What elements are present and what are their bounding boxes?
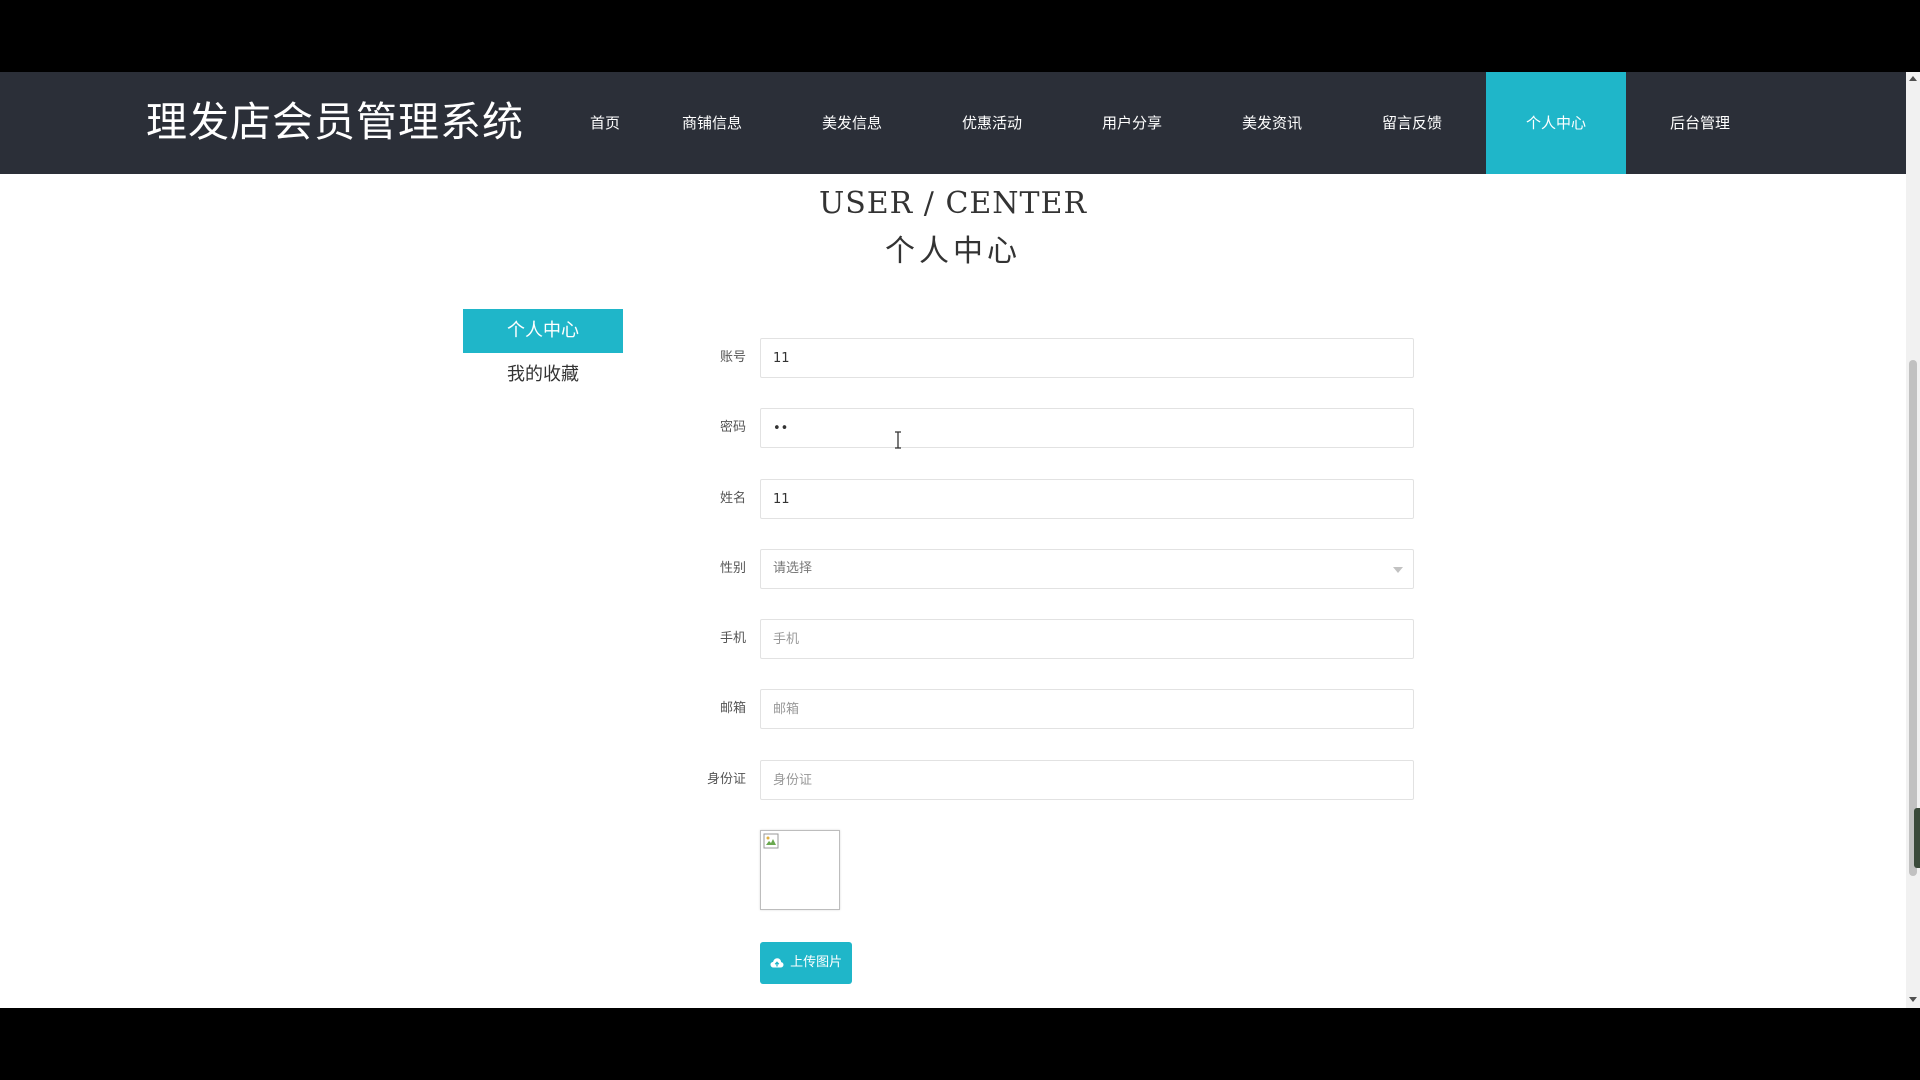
upload-image-label: 上传图片 [790, 955, 843, 970]
top-navbar: 理发店会员管理系统 首页 商铺信息 美发信息 优惠活动 用户分享 美发资讯 留言… [0, 72, 1906, 174]
letterbox-top [0, 0, 1920, 72]
email-input[interactable] [760, 689, 1414, 729]
sidebar-item-favorites[interactable]: 我的收藏 [463, 353, 623, 397]
nav-item-feedback[interactable]: 留言反馈 [1362, 72, 1462, 174]
page-title-cn: 个人中心 [885, 234, 1021, 269]
chevron-down-icon [1393, 567, 1403, 573]
browser-viewport: 理发店会员管理系统 首页 商铺信息 美发信息 优惠活动 用户分享 美发资讯 留言… [0, 72, 1920, 1008]
nav-item-promotions[interactable]: 优惠活动 [942, 72, 1042, 174]
nav-item-hair-info[interactable]: 美发信息 [802, 72, 902, 174]
nav-item-shop-info[interactable]: 商铺信息 [662, 72, 762, 174]
page-title-en: USER / CENTER [818, 186, 1088, 221]
gender-label: 性别 [719, 561, 746, 576]
account-input[interactable] [760, 338, 1414, 378]
phone-label: 手机 [719, 631, 746, 646]
phone-input[interactable] [760, 619, 1414, 659]
site-brand: 理发店会员管理系统 [146, 98, 524, 146]
nav-item-user-share[interactable]: 用户分享 [1082, 72, 1182, 174]
nav-item-user-center[interactable]: 个人中心 [1486, 72, 1626, 174]
nav-item-home[interactable]: 首页 [555, 72, 655, 174]
gender-select[interactable]: 请选择 [760, 549, 1414, 589]
upload-image-button[interactable]: 上传图片 [760, 942, 852, 984]
password-input[interactable] [760, 408, 1414, 448]
sidebar-item-user-center[interactable]: 个人中心 [463, 309, 623, 353]
scroll-down-icon[interactable] [1909, 997, 1917, 1002]
name-label: 姓名 [719, 491, 746, 506]
scroll-thumb[interactable] [1909, 360, 1917, 876]
side-widget-tab[interactable] [1914, 808, 1920, 868]
avatar-preview [760, 830, 840, 910]
cloud-upload-icon [770, 957, 784, 967]
id-card-label: 身份证 [706, 772, 746, 787]
letterbox-bottom [0, 1008, 1920, 1080]
gender-select-value: 请选择 [773, 561, 813, 576]
text-cursor-icon [895, 431, 901, 449]
nav-item-hair-news[interactable]: 美发资讯 [1222, 72, 1322, 174]
password-label: 密码 [719, 420, 746, 435]
id-card-input[interactable] [760, 760, 1414, 800]
name-input[interactable] [760, 479, 1414, 519]
broken-image-icon [763, 833, 779, 849]
nav-item-admin[interactable]: 后台管理 [1650, 72, 1750, 174]
email-label: 邮箱 [719, 701, 746, 716]
scroll-up-icon[interactable] [1909, 76, 1917, 81]
account-label: 账号 [719, 350, 746, 365]
